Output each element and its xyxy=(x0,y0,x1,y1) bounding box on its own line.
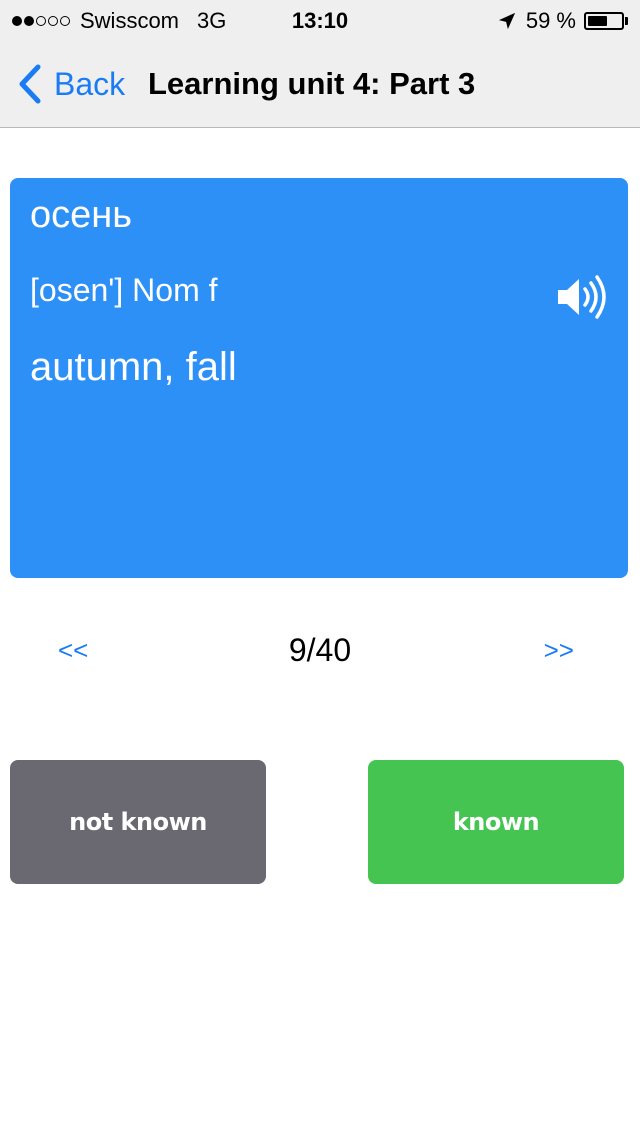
next-card-button[interactable]: >> xyxy=(544,628,574,672)
battery-nub xyxy=(625,17,628,25)
battery-fill xyxy=(588,16,607,26)
battery-percent: 59 % xyxy=(525,8,576,33)
flashcard[interactable]: осень [osen'] Nom f autumn, fall xyxy=(10,178,628,578)
card-translation: autumn, fall xyxy=(30,345,237,389)
battery-icon xyxy=(584,12,624,30)
speaker-icon[interactable] xyxy=(556,274,606,320)
card-pronunciation: [osen'] Nom f xyxy=(30,272,218,308)
known-button[interactable]: known xyxy=(368,760,624,884)
pager: << 9/40 >> xyxy=(0,628,640,672)
not-known-button[interactable]: not known xyxy=(10,760,266,884)
status-bar: Swisscom 3G 13:10 59 % xyxy=(0,0,640,40)
chevron-left-icon xyxy=(19,64,41,104)
location-arrow-icon xyxy=(498,12,515,30)
status-right: 59 % xyxy=(498,8,628,34)
navigation-bar: Back Learning unit 4: Part 3 xyxy=(0,40,640,128)
back-button[interactable]: Back xyxy=(16,62,125,106)
page-title: Learning unit 4: Part 3 xyxy=(148,66,476,101)
card-word: осень xyxy=(30,194,133,236)
back-label: Back xyxy=(54,65,126,102)
